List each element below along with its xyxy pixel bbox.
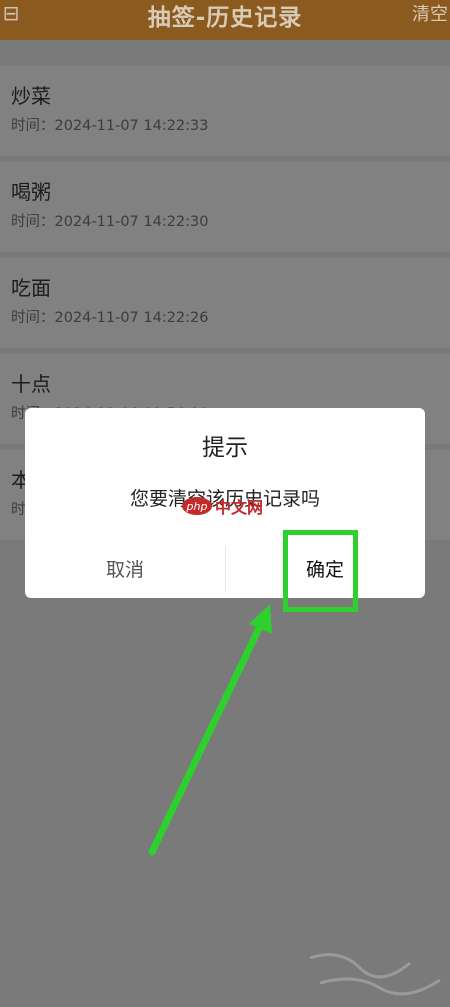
item-time: 时间：2024-11-07 14:22:33 — [11, 118, 209, 134]
cancel-button[interactable]: 取消 — [25, 538, 225, 598]
list-item[interactable]: 炒菜 时间：2024-11-07 14:22:33 — [0, 66, 450, 156]
corner-watermark — [309, 953, 441, 996]
item-time: 时间：2024-11-07 14:22:30 — [11, 214, 209, 230]
app-header: ⊟ 抽签-历史记录 清空 — [0, 0, 450, 40]
dialog-title: 提示 — [202, 435, 248, 461]
item-time: 时 — [11, 502, 26, 518]
clear-button[interactable]: 清空 — [412, 0, 448, 26]
list-item[interactable]: 喝粥 时间：2024-11-07 14:22:30 — [0, 162, 450, 252]
item-name: 吃面 — [11, 276, 51, 300]
item-name: 十点 — [11, 372, 51, 396]
site-watermark: php 中文网 — [182, 494, 263, 518]
item-name: 喝粥 — [11, 180, 51, 204]
annotation-highlight-box — [283, 530, 358, 612]
item-time: 时间：2024-11-07 14:22:26 — [11, 310, 209, 326]
watermark-text: 中文网 — [215, 498, 264, 517]
list-item[interactable]: 吃面 时间：2024-11-07 14:22:26 — [0, 258, 450, 348]
watermark-logo: php — [182, 497, 212, 515]
item-name: 炒菜 — [11, 84, 51, 108]
page-title: 抽签-历史记录 — [147, 5, 303, 31]
